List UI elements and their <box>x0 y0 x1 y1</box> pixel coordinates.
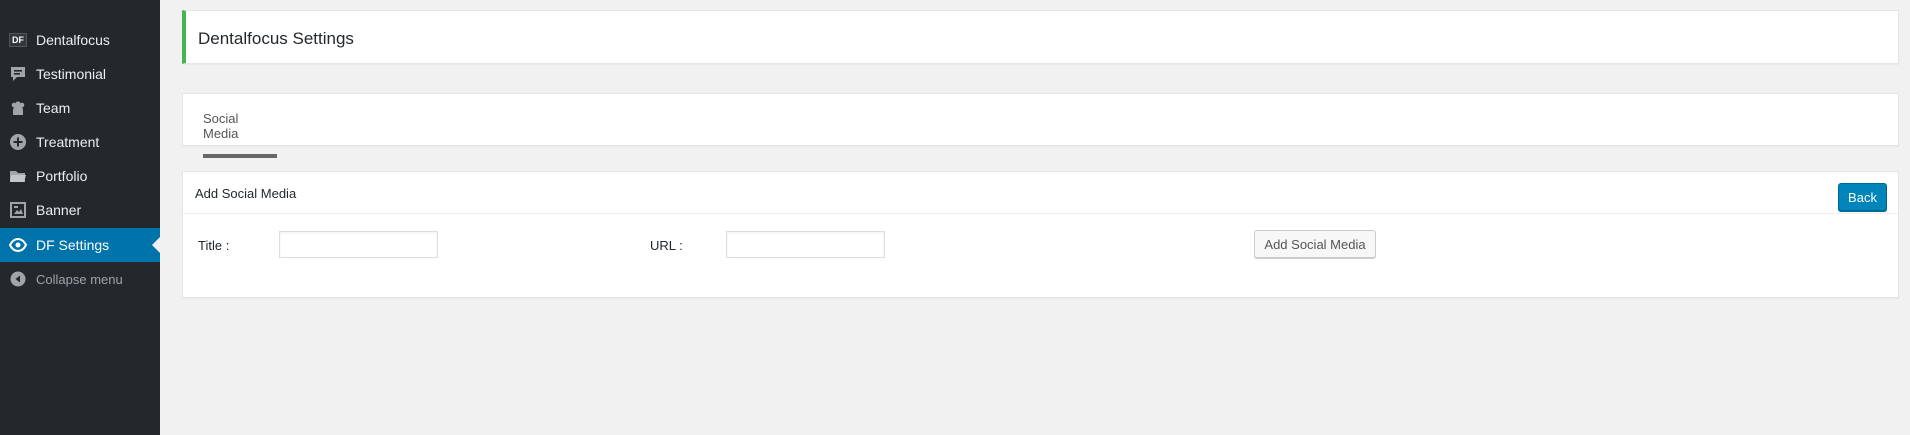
gallery-icon <box>0 201 36 219</box>
tab-social-media[interactable]: Social Media <box>203 111 277 158</box>
sidebar-item-banner[interactable]: Banner <box>0 193 160 227</box>
back-button[interactable]: Back <box>1838 183 1887 211</box>
collapse-icon <box>0 271 36 287</box>
sidebar-item-label: Banner <box>36 202 82 218</box>
url-input[interactable] <box>726 231 885 258</box>
sidebar-item-team[interactable]: Team <box>0 91 160 125</box>
tabs-panel: Social Media <box>182 93 1899 158</box>
sidebar-item-dentalfocus[interactable]: DF Dentalfocus <box>0 23 160 57</box>
folder-icon <box>0 167 36 185</box>
sidebar-item-label: Team <box>36 100 71 116</box>
visibility-icon <box>0 236 36 254</box>
sidebar-item-testimonial[interactable]: Testimonial <box>0 57 160 91</box>
page-title: Dentalfocus Settings <box>198 29 354 48</box>
plus-circle-icon <box>0 133 36 151</box>
sidebar-item-label: Collapse menu <box>36 271 123 287</box>
sidebar-item-label: DF Settings <box>36 237 110 253</box>
sidebar-item-portfolio[interactable]: Portfolio <box>0 159 160 193</box>
sidebar-item-label: Treatment <box>36 134 100 150</box>
title-label: Title : <box>198 238 230 253</box>
sidebar-item-label: Testimonial <box>36 66 107 82</box>
title-input[interactable] <box>279 231 438 258</box>
comment-icon <box>0 65 36 83</box>
add-social-media-panel: Add Social Media Back Title : URL : Add … <box>182 171 1899 298</box>
collapse-menu-button[interactable]: Collapse menu <box>0 262 160 296</box>
df-logo-icon: DF <box>0 33 36 47</box>
form-header: Add Social Media Back <box>183 172 1898 214</box>
groups-icon <box>0 99 36 117</box>
settings-title-panel: Dentalfocus Settings <box>182 10 1899 64</box>
url-label: URL : <box>650 238 683 253</box>
form-heading: Add Social Media <box>195 186 297 201</box>
sidebar-item-df-settings[interactable]: DF Settings <box>0 228 160 262</box>
sidebar-item-label: Dentalfocus <box>36 32 110 48</box>
add-social-media-button[interactable]: Add Social Media <box>1254 230 1376 258</box>
sidebar-item-treatment[interactable]: Treatment <box>0 125 160 159</box>
admin-sidebar: DF Dentalfocus Testimonial Team Treatmen… <box>0 0 160 435</box>
sidebar-item-label: Portfolio <box>36 168 88 184</box>
